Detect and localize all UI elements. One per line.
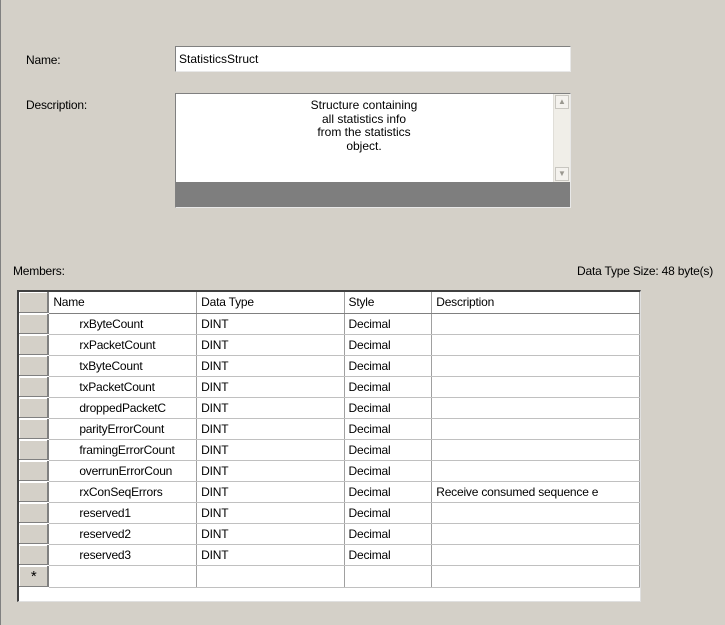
name-label: Name:	[26, 53, 61, 67]
header-selector	[19, 292, 50, 314]
members-grid: Name Data Type Style Description rxByteC…	[17, 290, 641, 602]
description-scrollbar[interactable]: ▲ ▼	[553, 94, 570, 182]
row-selector[interactable]	[19, 523, 50, 545]
table-row[interactable]: parityErrorCount DINT Decimal	[19, 418, 640, 440]
member-name-cell[interactable]: txPacketCount	[48, 376, 198, 398]
table-row[interactable]: reserved2 DINT Decimal	[19, 523, 640, 545]
data-type-editor: Name: StatisticsStruct Description: Stru…	[0, 0, 725, 625]
description-cell[interactable]	[431, 376, 640, 398]
member-name-cell[interactable]: txByteCount	[48, 355, 198, 377]
column-header-style[interactable]: Style	[344, 292, 433, 314]
row-selector[interactable]	[19, 334, 50, 356]
data-type-size: Data Type Size: 48 byte(s)	[577, 264, 713, 278]
new-row-cell[interactable]	[344, 565, 433, 588]
style-cell[interactable]: Decimal	[344, 523, 433, 545]
row-selector[interactable]	[19, 355, 50, 377]
scroll-up-icon[interactable]: ▲	[555, 95, 569, 109]
member-name-cell[interactable]: rxPacketCount	[48, 334, 198, 356]
style-cell[interactable]: Decimal	[344, 313, 433, 335]
description-cell[interactable]: Receive consumed sequence e	[431, 481, 640, 503]
style-cell[interactable]: Decimal	[344, 544, 433, 566]
table-row[interactable]: framingErrorCount DINT Decimal	[19, 439, 640, 461]
description-cell[interactable]	[431, 502, 640, 524]
new-row[interactable]: *	[19, 565, 640, 588]
new-row-cell[interactable]	[431, 565, 640, 588]
description-label: Description:	[26, 98, 87, 112]
members-table: Name Data Type Style Description rxByteC…	[19, 292, 640, 588]
table-row[interactable]: overrunErrorCoun DINT Decimal	[19, 460, 640, 482]
member-name-cell[interactable]: overrunErrorCoun	[48, 460, 198, 482]
data-type-cell[interactable]: DINT	[196, 523, 345, 545]
style-cell[interactable]: Decimal	[344, 376, 433, 398]
member-name-cell[interactable]: framingErrorCount	[48, 439, 198, 461]
row-selector[interactable]	[19, 418, 50, 440]
row-selector[interactable]	[19, 502, 50, 524]
new-row-cell[interactable]	[48, 565, 198, 588]
column-header-description[interactable]: Description	[431, 292, 640, 314]
data-type-cell[interactable]: DINT	[196, 439, 345, 461]
description-text[interactable]: Structure containing all statistics info…	[176, 94, 552, 182]
description-cell[interactable]	[431, 544, 640, 566]
row-selector[interactable]	[19, 397, 50, 419]
member-name-cell[interactable]: rxConSeqErrors	[48, 481, 198, 503]
data-type-cell[interactable]: DINT	[196, 334, 345, 356]
style-cell[interactable]: Decimal	[344, 460, 433, 482]
member-name-cell[interactable]: rxByteCount	[48, 313, 198, 335]
row-selector[interactable]	[19, 376, 50, 398]
member-name-cell[interactable]: reserved3	[48, 544, 198, 566]
description-cell[interactable]	[431, 418, 640, 440]
style-cell[interactable]: Decimal	[344, 355, 433, 377]
data-type-cell[interactable]: DINT	[196, 460, 345, 482]
data-type-cell[interactable]: DINT	[196, 481, 345, 503]
row-selector[interactable]	[19, 544, 50, 566]
style-cell[interactable]: Decimal	[344, 334, 433, 356]
data-type-cell[interactable]: DINT	[196, 397, 345, 419]
style-cell[interactable]: Decimal	[344, 439, 433, 461]
table-header-row: Name Data Type Style Description	[19, 292, 640, 314]
new-row-marker[interactable]: *	[19, 565, 50, 588]
table-row[interactable]: reserved3 DINT Decimal	[19, 544, 640, 566]
member-name-cell[interactable]: reserved2	[48, 523, 198, 545]
member-name-cell[interactable]: parityErrorCount	[48, 418, 198, 440]
new-row-cell[interactable]	[196, 565, 345, 588]
description-footer-bar	[176, 182, 570, 207]
row-selector[interactable]	[19, 481, 50, 503]
table-row[interactable]: rxByteCount DINT Decimal	[19, 313, 640, 335]
description-cell[interactable]	[431, 523, 640, 545]
data-type-cell[interactable]: DINT	[196, 355, 345, 377]
style-cell[interactable]: Decimal	[344, 502, 433, 524]
scroll-down-icon[interactable]: ▼	[555, 167, 569, 181]
description-cell[interactable]	[431, 334, 640, 356]
data-type-cell[interactable]: DINT	[196, 502, 345, 524]
data-type-cell[interactable]: DINT	[196, 313, 345, 335]
row-selector[interactable]	[19, 439, 50, 461]
table-row[interactable]: rxConSeqErrors DINT Decimal Receive consume…	[19, 481, 640, 503]
row-selector[interactable]	[19, 313, 50, 335]
table-row[interactable]: droppedPacketC DINT Decimal	[19, 397, 640, 419]
description-cell[interactable]	[431, 460, 640, 482]
name-field[interactable]: StatisticsStruct	[175, 46, 571, 72]
member-name-cell[interactable]: droppedPacketC	[48, 397, 198, 419]
style-cell[interactable]: Decimal	[344, 397, 433, 419]
table-row[interactable]: rxPacketCount DINT Decimal	[19, 334, 640, 356]
description-cell[interactable]	[431, 313, 640, 335]
data-type-cell[interactable]: DINT	[196, 376, 345, 398]
table-row[interactable]: txPacketCount DINT Decimal	[19, 376, 640, 398]
data-type-cell[interactable]: DINT	[196, 544, 345, 566]
table-row[interactable]: reserved1 DINT Decimal	[19, 502, 640, 524]
table-row[interactable]: txByteCount DINT Decimal	[19, 355, 640, 377]
description-cell[interactable]	[431, 439, 640, 461]
row-selector[interactable]	[19, 460, 50, 482]
description-field[interactable]: Structure containing all statistics info…	[175, 93, 571, 208]
style-cell[interactable]: Decimal	[344, 418, 433, 440]
description-cell[interactable]	[431, 355, 640, 377]
member-name-cell[interactable]: reserved1	[48, 502, 198, 524]
members-label: Members:	[13, 264, 65, 278]
description-cell[interactable]	[431, 397, 640, 419]
style-cell[interactable]: Decimal	[344, 481, 433, 503]
column-header-name[interactable]: Name	[48, 292, 198, 314]
data-type-cell[interactable]: DINT	[196, 418, 345, 440]
column-header-data-type[interactable]: Data Type	[196, 292, 345, 314]
